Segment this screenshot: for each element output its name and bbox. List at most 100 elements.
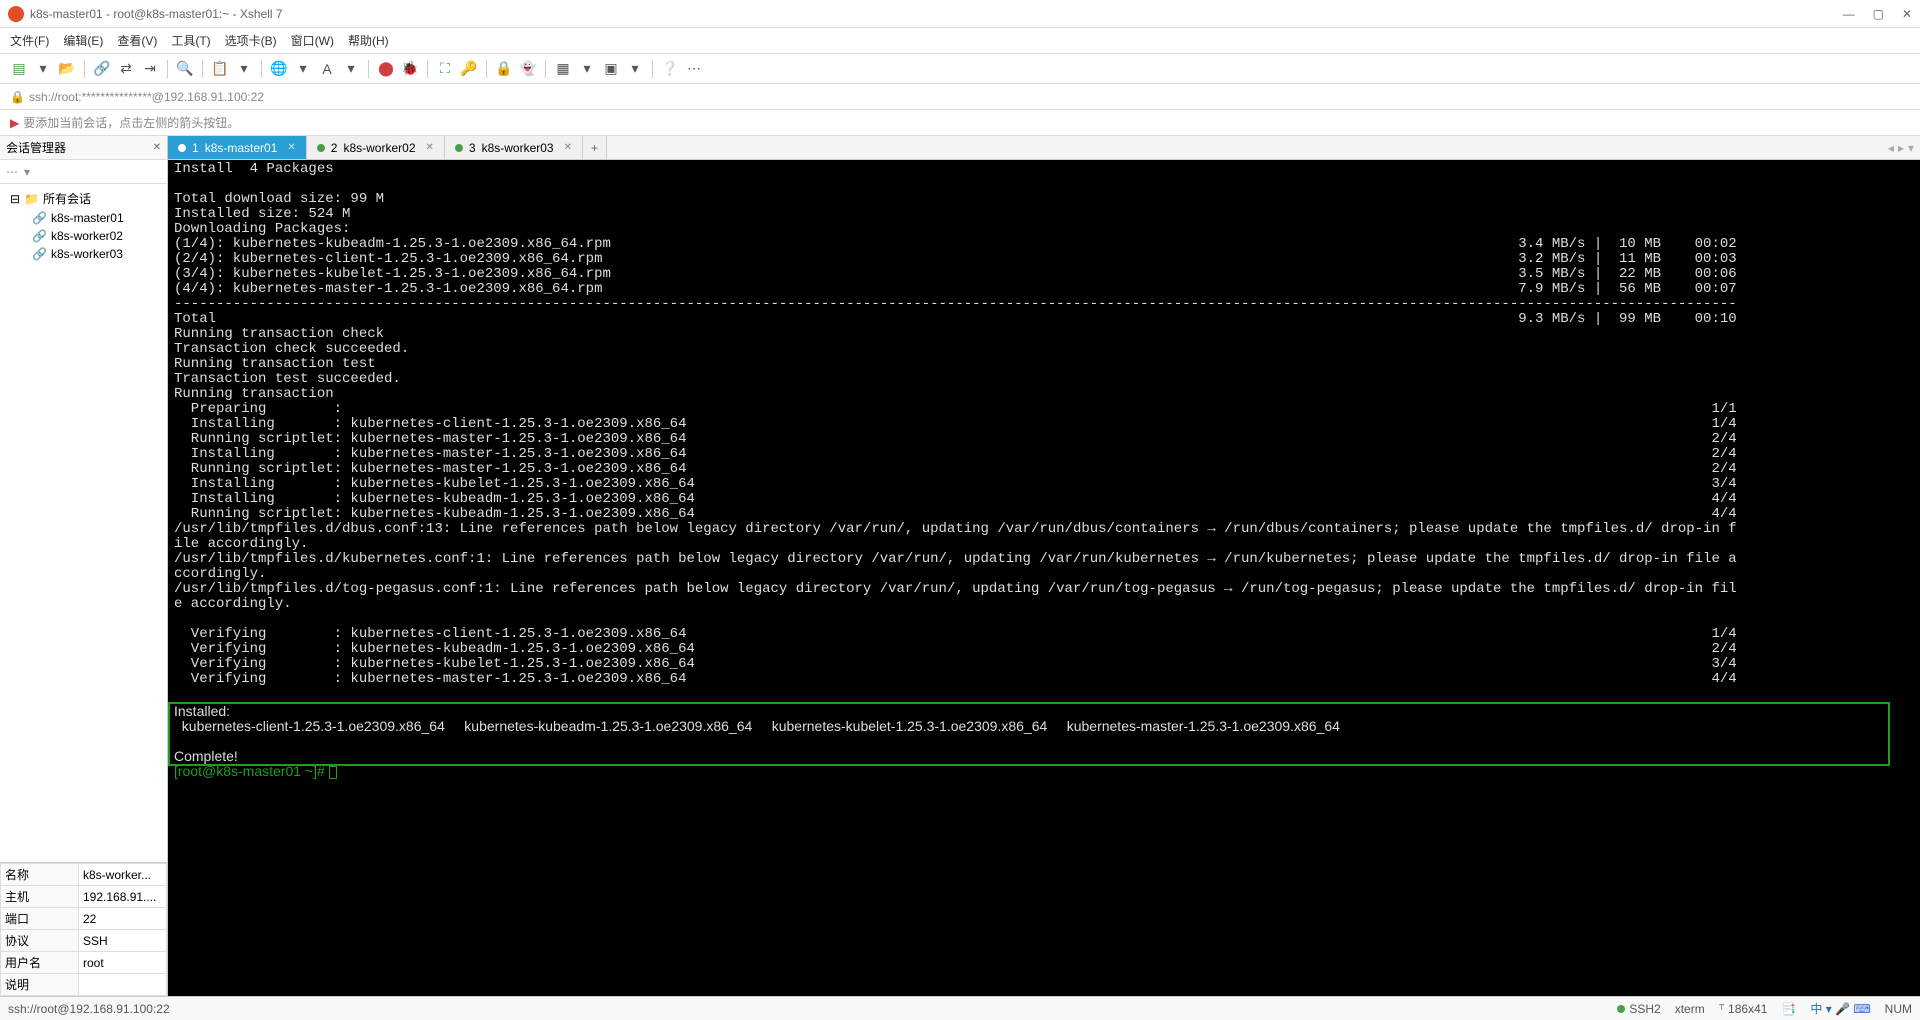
- address-text: ssh://root:***************@192.168.91.10…: [29, 90, 264, 104]
- tab-num: 3: [469, 141, 476, 155]
- link-icon[interactable]: 🔗: [93, 60, 111, 78]
- open-icon[interactable]: 📂: [58, 60, 76, 78]
- menu-tools[interactable]: 工具(T): [171, 32, 210, 49]
- separator: [167, 60, 168, 78]
- tab-next-icon[interactable]: ▸: [1898, 141, 1904, 155]
- about-icon[interactable]: ⋯: [685, 60, 703, 78]
- tree-item[interactable]: 🔗 k8s-worker02: [0, 227, 167, 245]
- maximize-button[interactable]: ▢: [1873, 7, 1884, 21]
- panel-header: 会话管理器 ✕: [0, 136, 167, 160]
- session-manager-panel: 会话管理器 ✕ ⋯ ▾ ⊟📁所有会话 🔗k8s-master01 🔗k8s-wo…: [0, 136, 168, 996]
- tab-menu-icon[interactable]: ▾: [1908, 141, 1914, 155]
- menu-file[interactable]: 文件(F): [10, 32, 49, 49]
- window-title: k8s-master01 - root@k8s-master01:~ - Xsh…: [30, 7, 1843, 21]
- tab-bar: 1k8s-master01✕ 2k8s-worker02✕ 3 k8s-worke…: [168, 136, 1920, 160]
- prop-key: 名称: [1, 864, 79, 886]
- window-controls: — ▢ ✕: [1843, 7, 1912, 21]
- status-num: NUM: [1885, 1002, 1912, 1016]
- status-dot-icon: [178, 144, 186, 152]
- separator: [84, 60, 85, 78]
- status-dot-icon: [1617, 1005, 1625, 1013]
- key-icon[interactable]: 🔑: [460, 60, 478, 78]
- tree-item-label: k8s-worker02: [51, 229, 123, 243]
- separator: [261, 60, 262, 78]
- tab-k8s-worker02[interactable]: 2k8s-worker02✕: [307, 136, 445, 159]
- separator: [427, 60, 428, 78]
- tab-close-icon[interactable]: ✕: [426, 142, 434, 153]
- tree-root[interactable]: ⊟📁所有会话: [0, 188, 167, 209]
- help-icon[interactable]: ❔: [661, 60, 679, 78]
- prop-key: 主机: [1, 886, 79, 908]
- tree-item[interactable]: 🔗 k8s-master01: [0, 209, 167, 227]
- expand-icon[interactable]: ⛶: [436, 60, 454, 78]
- tab-label: k8s-worker03: [482, 141, 554, 155]
- status-dot-icon: [317, 144, 325, 152]
- content-area: 1k8s-master01✕ 2k8s-worker02✕ 3 k8s-worke…: [168, 136, 1920, 996]
- tree-item[interactable]: 🔗k8s-worker03: [0, 245, 167, 263]
- status-dot-icon: [455, 144, 463, 152]
- hint-bar: ▶ 要添加当前会话，点击左侧的箭头按钮。: [0, 110, 1920, 136]
- record-icon[interactable]: ⬤: [377, 60, 395, 78]
- session-tree: ⊟📁所有会话 🔗 k8s-master01 🔗 k8s-worker02 🔗k8s-…: [0, 184, 167, 862]
- properties-panel: 名称k8s-worker... 主机192.168.91.... 端口22 协议…: [0, 862, 167, 996]
- ghost-icon[interactable]: 👻: [519, 60, 537, 78]
- disconnect-icon[interactable]: ⇥: [141, 60, 159, 78]
- flag-icon: ▶: [10, 116, 19, 130]
- separator: [202, 60, 203, 78]
- status-ssh: SSH2: [1617, 1002, 1660, 1016]
- reconnect-icon[interactable]: ⇄: [117, 60, 135, 78]
- terminal[interactable]: Install 4 Packages Total download size: …: [168, 160, 1920, 996]
- dropdown-icon[interactable]: ▾: [294, 60, 312, 78]
- menu-view[interactable]: 查看(V): [117, 32, 157, 49]
- session-icon: 🔗: [32, 229, 47, 243]
- status-bar: ssh://root@192.168.91.100:22 SSH2 xterm …: [0, 996, 1920, 1020]
- dropdown-icon[interactable]: ▾: [578, 60, 596, 78]
- tab-k8s-worker03[interactable]: 3 k8s-worker03 ✕: [445, 136, 583, 159]
- minus-icon: ⊟: [10, 192, 20, 206]
- menu-bar: 文件(F) 编辑(E) 查看(V) 工具(T) 选项卡(B) 窗口(W) 帮助(…: [0, 28, 1920, 54]
- new-session-icon[interactable]: ▤: [10, 60, 28, 78]
- layout-icon[interactable]: ▦: [554, 60, 572, 78]
- address-bar[interactable]: 🔒 ssh://root:***************@192.168.91.…: [0, 84, 1920, 110]
- prop-row: 协议SSH: [1, 930, 167, 952]
- lock-icon[interactable]: 🔒: [495, 60, 513, 78]
- tab-prev-icon[interactable]: ◂: [1888, 141, 1894, 155]
- menu-tab[interactable]: 选项卡(B): [225, 32, 277, 49]
- menu-help[interactable]: 帮助(H): [348, 32, 389, 49]
- globe-icon[interactable]: 🌐: [270, 60, 288, 78]
- dropdown-icon[interactable]: ▾: [235, 60, 253, 78]
- prop-key: 端口: [1, 908, 79, 930]
- session-icon: 🔗: [32, 211, 47, 225]
- menu-edit[interactable]: 编辑(E): [63, 32, 103, 49]
- panel-icon[interactable]: ▣: [602, 60, 620, 78]
- app-icon: [8, 6, 24, 22]
- font-icon[interactable]: A: [318, 60, 336, 78]
- bug-icon[interactable]: 🐞: [401, 60, 419, 78]
- dropdown-icon[interactable]: ▾: [626, 60, 644, 78]
- hint-text: 要添加当前会话，点击左侧的箭头按钮。: [23, 114, 239, 131]
- panel-close-icon[interactable]: ✕: [153, 142, 161, 153]
- menu-window[interactable]: 窗口(W): [291, 32, 334, 49]
- prop-row: 说明: [1, 974, 167, 996]
- tree-root-label: 所有会话: [43, 190, 91, 207]
- tab-add-button[interactable]: +: [583, 136, 607, 159]
- separator: [652, 60, 653, 78]
- dropdown-icon[interactable]: ▾: [342, 60, 360, 78]
- tree-item-label: k8s-master01: [51, 211, 124, 225]
- close-button[interactable]: ✕: [1902, 7, 1912, 21]
- dropdown-icon[interactable]: ▾: [34, 60, 52, 78]
- status-address: ssh://root@192.168.91.100:22: [8, 1002, 170, 1016]
- chevron-down-icon[interactable]: ▾: [24, 165, 30, 179]
- search-icon[interactable]: 🔍: [176, 60, 194, 78]
- minimize-button[interactable]: —: [1843, 7, 1855, 21]
- prop-value: root: [79, 952, 167, 974]
- tab-k8s-master01[interactable]: 1k8s-master01✕: [168, 136, 307, 159]
- prop-row: 名称k8s-worker...: [1, 864, 167, 886]
- panel-title: 会话管理器: [6, 139, 66, 156]
- prop-value: [79, 974, 167, 996]
- copy-icon[interactable]: 📋: [211, 60, 229, 78]
- tab-close-icon[interactable]: ✕: [564, 142, 572, 153]
- filter-icon[interactable]: ⋯: [6, 165, 18, 179]
- prop-row: 主机192.168.91....: [1, 886, 167, 908]
- tab-close-icon[interactable]: ✕: [287, 142, 295, 153]
